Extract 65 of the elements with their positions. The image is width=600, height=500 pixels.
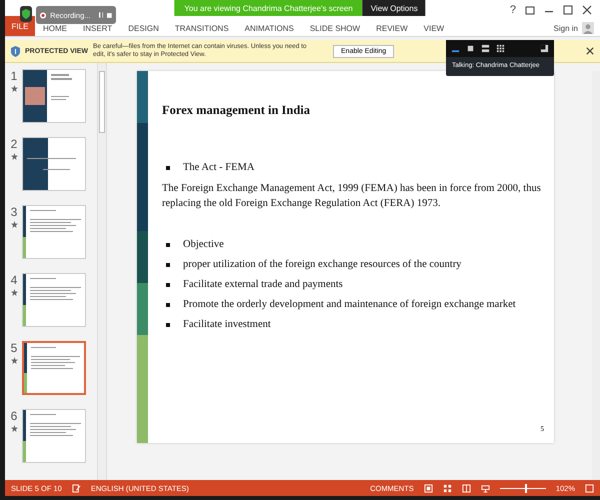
slide-thumbnail[interactable] — [22, 205, 86, 259]
grid-view-icon[interactable] — [442, 484, 452, 492]
ribbon-tab[interactable]: REVIEW — [368, 20, 416, 36]
slide-number: 2 — [10, 137, 18, 151]
fit-icon[interactable] — [585, 484, 594, 492]
slide-thumbnail[interactable] — [22, 409, 86, 463]
slide-number: 5 — [10, 341, 18, 355]
ribbon-tab[interactable]: DESIGN — [120, 20, 167, 36]
star-icon — [10, 85, 18, 92]
slide-thumbnail[interactable] — [22, 137, 86, 191]
stop-icon[interactable] — [107, 12, 112, 18]
record-icon — [40, 10, 46, 20]
slide-number: 6 — [10, 409, 18, 423]
bullet-text: The Act - FEMA — [183, 162, 254, 173]
ribbon-tab[interactable]: SLIDE SHOW — [302, 20, 368, 36]
bullet-text: Facilitate investment — [183, 319, 271, 330]
star-icon — [10, 357, 18, 364]
shield-icon — [20, 6, 32, 22]
bullet-icon — [166, 166, 170, 170]
slide-number: 1 — [10, 69, 18, 83]
ribbon-tab[interactable]: HOME — [35, 20, 75, 36]
shield-icon — [11, 46, 20, 56]
bullet-text: Objective — [183, 239, 224, 250]
star-icon — [10, 221, 18, 228]
close-icon[interactable] — [582, 5, 592, 15]
bullet-text: Facilitate external trade and payments — [183, 279, 343, 290]
close-icon[interactable] — [586, 47, 594, 55]
slide-number: 3 — [10, 205, 18, 219]
split-view-icon[interactable] — [481, 44, 490, 53]
star-icon — [10, 289, 18, 296]
gallery-view-icon[interactable] — [496, 44, 505, 53]
star-icon — [10, 153, 18, 160]
bullet-text: proper utilization of the foreign exchange resources of the country — [183, 259, 462, 270]
scrollbar[interactable] — [592, 71, 600, 480]
maximize-icon[interactable] — [563, 5, 573, 15]
slide-paragraph: The Foreign Exchange Management Act, 1999 (FEMA) has been in force from 2000, thus replacing the old Foreign Exchange Regulation Act (FERA) 1973. — [162, 182, 542, 211]
help-button[interactable]: ? — [510, 4, 516, 16]
bullet-icon — [166, 302, 170, 307]
speaker-view-icon[interactable] — [466, 44, 475, 53]
bullet-icon — [166, 282, 170, 287]
slide-thumbnail[interactable] — [22, 273, 86, 327]
pause-icon[interactable] — [98, 11, 104, 19]
ribbon-tab[interactable]: ANIMATIONS — [236, 20, 302, 36]
sign-in-link[interactable]: Sign in — [554, 24, 582, 32]
star-icon — [10, 425, 18, 432]
bullet-icon — [166, 322, 170, 327]
slide-title: Forex management in India — [162, 103, 312, 118]
normal-view-icon[interactable] — [424, 484, 433, 492]
bullet-icon — [166, 262, 170, 267]
projector-icon[interactable] — [480, 484, 490, 492]
bullet-text: Promote the orderly development and maintenance of foreign exchange market — [183, 299, 516, 310]
slide-thumbnail[interactable] — [22, 341, 86, 395]
slide-number: 4 — [10, 273, 18, 287]
ribbon-tab[interactable]: VIEW — [416, 20, 452, 36]
ribbon-tab[interactable]: TRANSITIONS — [166, 20, 237, 36]
view-options-button[interactable]: View Options — [362, 0, 426, 16]
fullscreen-icon[interactable] — [540, 44, 549, 53]
scrollbar[interactable] — [97, 63, 107, 480]
screen-share-banner: You are viewing Chandrima Chatterjee's screen — [174, 0, 363, 16]
ribbon-tab[interactable]: INSERT — [75, 20, 120, 36]
bullet-icon — [166, 242, 170, 247]
notes-icon[interactable] — [72, 484, 81, 492]
slide-thumbnail[interactable] — [22, 69, 86, 123]
restore-icon[interactable] — [525, 5, 535, 15]
book-icon[interactable] — [462, 484, 471, 492]
